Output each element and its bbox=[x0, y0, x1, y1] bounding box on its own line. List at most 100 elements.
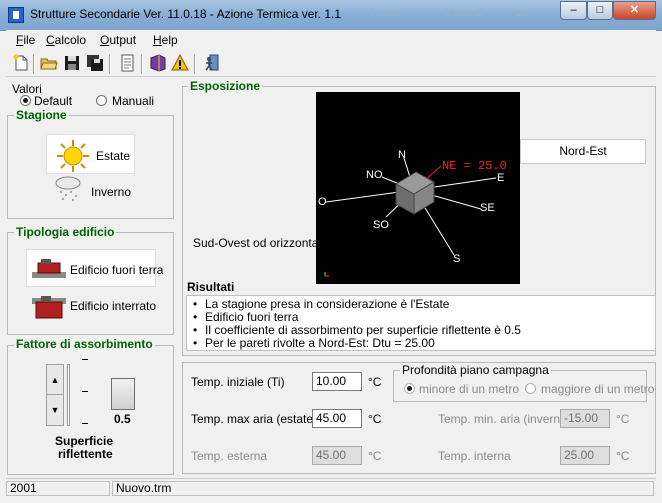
t-interna-input[interactable]: 25.00 bbox=[560, 446, 610, 465]
surface-color-swatch bbox=[111, 378, 135, 410]
radio-manuali[interactable] bbox=[96, 95, 107, 106]
compass-label-e: E bbox=[497, 172, 504, 184]
minimize-button[interactable]: – bbox=[560, 1, 587, 20]
opposite-exposure-label: Sud-Ovest od orizzontali bbox=[193, 236, 324, 250]
save-icon[interactable] bbox=[63, 54, 81, 72]
menu-calcolo-rest: alcolo bbox=[54, 33, 87, 47]
toolbar-separator bbox=[194, 54, 196, 74]
ghost-tab-2: Materiali bbox=[445, 8, 483, 19]
slider-tick bbox=[82, 423, 88, 424]
result-item: Per le pareti rivolte a Nord-Est: Dtu = … bbox=[193, 336, 435, 350]
toolbar-separator bbox=[109, 54, 111, 74]
superficie-label: Superficie bbox=[55, 434, 114, 448]
ghost-tab-3: Lav bbox=[515, 8, 532, 19]
open-folder-icon[interactable] bbox=[40, 54, 58, 72]
t-min-aria-input[interactable]: -15.00 bbox=[560, 409, 610, 428]
result-item: Edificio fuori terra bbox=[193, 310, 298, 324]
result-item-text: Il coefficiente di assorbimento per supe… bbox=[205, 323, 521, 337]
menu-bar: File Calcolo Output Help bbox=[6, 30, 656, 49]
estate-label: Estate bbox=[96, 149, 131, 163]
menu-help-accel: H bbox=[153, 33, 162, 47]
spin-down-button[interactable]: ▼ bbox=[47, 395, 63, 425]
t-min-aria-label: Temp. min. aria (inverno) bbox=[438, 412, 571, 426]
new-file-icon[interactable] bbox=[12, 54, 30, 72]
sun-icon bbox=[57, 140, 89, 172]
result-item: La stagione presa in considerazione è l'… bbox=[193, 297, 449, 311]
compass-label-no: NO bbox=[366, 169, 383, 181]
ghost-tab-1: Protec bbox=[370, 8, 399, 19]
t-iniziale-input[interactable]: 10.00 bbox=[312, 372, 362, 391]
fuori-terra-label: Edificio fuori terra bbox=[70, 263, 164, 277]
results-list: La stagione presa in considerazione è l'… bbox=[186, 295, 656, 351]
axis-gizmo-icon bbox=[324, 272, 329, 277]
radio-default[interactable] bbox=[20, 95, 31, 106]
exposure-annotation: NE = 25.0 bbox=[442, 159, 507, 173]
compass-label-se: SE bbox=[480, 202, 495, 214]
assorbimento-spinner[interactable]: ▲ ▼ bbox=[46, 364, 64, 426]
snow-cloud-icon[interactable] bbox=[53, 175, 87, 203]
assorbimento-value: 0.5 bbox=[114, 412, 131, 426]
status-bar: 2001 Nuovo.trm bbox=[6, 478, 656, 498]
exit-icon[interactable] bbox=[203, 54, 221, 72]
menu-output-rest: utput bbox=[109, 33, 137, 47]
t-max-aria-input[interactable]: 45.00 bbox=[312, 409, 362, 428]
interrato-label[interactable]: Edificio interrato bbox=[70, 299, 156, 313]
t-esterna-label: Temp. esterna bbox=[191, 449, 268, 463]
menu-calcolo-accel: C bbox=[46, 33, 55, 47]
t-max-aria-unit: °C bbox=[368, 412, 382, 426]
risultati-title: Risultati bbox=[187, 280, 235, 294]
tipologia-title: Tipologia edificio bbox=[14, 225, 117, 239]
slider-tick bbox=[82, 391, 88, 392]
menu-help[interactable]: Help bbox=[153, 33, 178, 47]
inverno-label[interactable]: Inverno bbox=[91, 185, 131, 199]
riflettente-label: riflettente bbox=[58, 447, 113, 461]
result-item-text: La stagione presa in considerazione è l'… bbox=[205, 297, 450, 311]
save-all-icon[interactable] bbox=[86, 54, 104, 72]
book-icon[interactable] bbox=[149, 54, 167, 72]
status-year: 2001 bbox=[6, 481, 110, 496]
orientation-canvas[interactable]: N NO O SO S SE E NE = 25.0 bbox=[316, 92, 520, 284]
slider-track[interactable] bbox=[67, 364, 70, 426]
building-cube bbox=[395, 171, 435, 215]
result-item-text: Per le pareti rivolte a Nord-Est: Dtu = … bbox=[205, 336, 435, 350]
t-min-aria-unit: °C bbox=[616, 412, 630, 426]
toolbar bbox=[6, 50, 656, 77]
t-esterna-input[interactable]: 45.00 bbox=[312, 446, 362, 465]
radio-manuali-label: Manuali bbox=[112, 94, 155, 108]
t-interna-label: Temp. interna bbox=[438, 449, 511, 463]
menu-output-accel: O bbox=[100, 33, 110, 47]
status-file: Nuovo.trm bbox=[112, 481, 654, 496]
radio-maggiore[interactable] bbox=[525, 383, 536, 394]
building-underground-icon[interactable] bbox=[32, 294, 66, 320]
result-item: Il coefficiente di assorbimento per supe… bbox=[193, 323, 521, 337]
stagione-title: Stagione bbox=[14, 108, 69, 122]
compass-label-s: S bbox=[453, 253, 460, 265]
app-icon bbox=[8, 7, 24, 23]
radio-default-label: Default bbox=[34, 94, 73, 108]
t-esterna-unit: °C bbox=[368, 449, 382, 463]
result-item-text: Edificio fuori terra bbox=[205, 310, 299, 324]
warning-icon[interactable] bbox=[171, 54, 189, 72]
toolbar-separator bbox=[141, 54, 143, 74]
direction-display: Nord-Est bbox=[520, 139, 646, 164]
building-above-ground-icon bbox=[32, 259, 66, 278]
radio-minore[interactable] bbox=[404, 383, 415, 394]
t-interna-unit: °C bbox=[616, 449, 630, 463]
menu-file-rest: ile bbox=[23, 33, 36, 47]
t-max-aria-label: Temp. max aria (estate) bbox=[191, 412, 318, 426]
radio-maggiore-label: maggiore di un metro bbox=[541, 382, 655, 396]
maximize-button[interactable]: □ bbox=[587, 1, 613, 20]
menu-file[interactable]: File bbox=[16, 33, 35, 47]
menu-calcolo[interactable]: Calcolo bbox=[46, 33, 86, 47]
menu-output[interactable]: Output bbox=[100, 33, 136, 47]
profondita-title: Profondità piano campagna bbox=[400, 363, 551, 377]
toolbar-separator bbox=[33, 54, 35, 74]
menu-help-rest: elp bbox=[161, 33, 178, 47]
close-button[interactable]: ✕ bbox=[613, 1, 656, 20]
document-icon[interactable] bbox=[118, 54, 136, 72]
compass-label-o: O bbox=[318, 196, 327, 208]
esposizione-title: Esposizione bbox=[188, 79, 263, 93]
slider-tick bbox=[82, 359, 88, 360]
spin-up-button[interactable]: ▲ bbox=[47, 365, 63, 395]
radio-minore-label: minore di un metro bbox=[419, 382, 520, 396]
